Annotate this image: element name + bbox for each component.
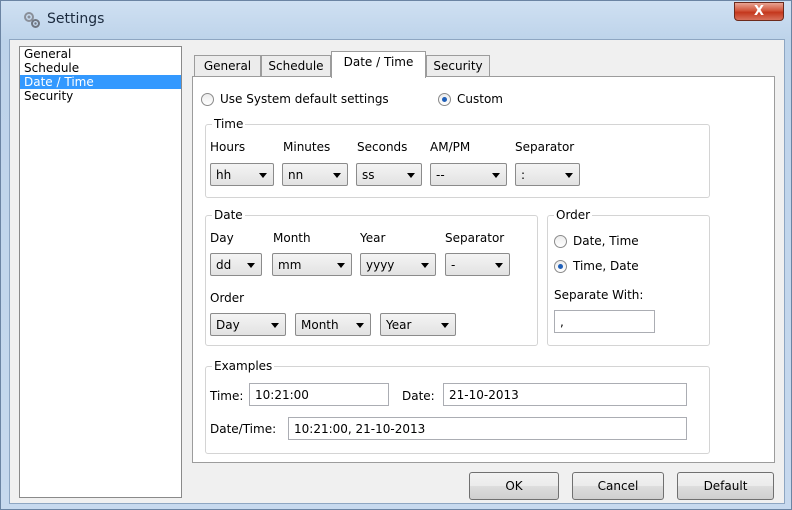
close-icon: X xyxy=(753,4,765,19)
separate-with-input[interactable]: , xyxy=(554,310,655,333)
day-label: Day xyxy=(210,231,234,245)
nav-item-security[interactable]: Security xyxy=(20,89,181,103)
chevron-down-icon xyxy=(407,173,415,178)
tab-security[interactable]: Security xyxy=(426,55,490,77)
chevron-down-icon xyxy=(441,323,449,328)
close-button[interactable]: X xyxy=(734,2,784,21)
time-date-order-label: Time, Date xyxy=(573,259,639,273)
date-time-order-radio[interactable] xyxy=(554,235,567,248)
date-separator-label: Separator xyxy=(445,231,505,245)
minutes-select[interactable]: nn xyxy=(282,163,348,186)
tab-date-time[interactable]: Date / Time xyxy=(331,51,426,78)
chevron-down-icon xyxy=(259,173,267,178)
example-time-label: Time: xyxy=(210,389,244,403)
title-bar: Settings X xyxy=(1,1,791,39)
order-group: Order Date, Time Time, Date Separate Wit… xyxy=(547,208,710,346)
custom-radio[interactable] xyxy=(438,93,451,106)
time-date-order-radio[interactable] xyxy=(554,260,567,273)
chevron-down-icon xyxy=(337,263,345,268)
example-datetime-field[interactable]: 10:21:00, 21-10-2013 xyxy=(288,417,687,440)
date-order-third-select[interactable]: Year xyxy=(380,313,456,336)
year-select[interactable]: yyyy xyxy=(360,253,436,276)
chevron-down-icon xyxy=(356,323,364,328)
time-separator-select[interactable]: : xyxy=(515,163,580,186)
ampm-select[interactable]: -- xyxy=(430,163,507,186)
chevron-down-icon xyxy=(495,263,503,268)
time-group-title: Time xyxy=(212,117,246,131)
nav-item-date-time[interactable]: Date / Time xyxy=(20,75,181,89)
nav-item-schedule[interactable]: Schedule xyxy=(20,61,181,75)
example-time-field[interactable]: 10:21:00 xyxy=(249,383,389,406)
date-group: Date Day Month Year Separator dd mm yyyy xyxy=(205,208,538,346)
example-date-label: Date: xyxy=(402,389,435,403)
time-group: Time Hours Minutes Seconds AM/PM Separat… xyxy=(205,117,710,198)
tab-schedule[interactable]: Schedule xyxy=(261,55,331,77)
ok-button[interactable]: OK xyxy=(469,472,559,500)
chevron-down-icon xyxy=(421,263,429,268)
system-default-radio[interactable] xyxy=(201,93,214,106)
example-date-field[interactable]: 21-10-2013 xyxy=(443,383,687,406)
month-select[interactable]: mm xyxy=(272,253,352,276)
date-order-second-select[interactable]: Month xyxy=(295,313,371,336)
chevron-down-icon xyxy=(492,173,500,178)
default-button[interactable]: Default xyxy=(677,472,774,500)
time-separator-label: Separator xyxy=(515,140,575,154)
custom-label: Custom xyxy=(457,92,503,106)
tab-general[interactable]: General xyxy=(194,55,261,77)
settings-nav-list[interactable]: General Schedule Date / Time Security xyxy=(19,46,182,498)
month-label: Month xyxy=(273,231,311,245)
example-datetime-label: Date/Time: xyxy=(210,422,277,436)
system-default-label: Use System default settings xyxy=(220,92,389,106)
date-time-order-label: Date, Time xyxy=(573,234,639,248)
settings-window: Settings X General Schedule Date / Time … xyxy=(0,0,792,510)
examples-group-title: Examples xyxy=(212,359,275,373)
chevron-down-icon xyxy=(271,323,279,328)
hours-select[interactable]: hh xyxy=(210,163,274,186)
chevron-down-icon xyxy=(565,173,573,178)
day-select[interactable]: dd xyxy=(210,253,262,276)
minutes-label: Minutes xyxy=(283,140,331,154)
chevron-down-icon xyxy=(333,173,341,178)
gears-icon xyxy=(24,12,40,28)
date-time-panel: Use System default settings Custom Time … xyxy=(192,76,775,463)
separate-with-label: Separate With: xyxy=(554,288,644,302)
dialog-body: General Schedule Date / Time Security Ge… xyxy=(9,39,785,504)
ampm-label: AM/PM xyxy=(430,140,471,154)
order-group-title: Order xyxy=(554,208,593,222)
seconds-label: Seconds xyxy=(357,140,408,154)
date-order-first-select[interactable]: Day xyxy=(210,313,286,336)
window-title: Settings xyxy=(47,11,105,27)
date-group-title: Date xyxy=(212,208,245,222)
date-order-label: Order xyxy=(210,291,245,305)
chevron-down-icon xyxy=(247,263,255,268)
examples-group: Examples Time: 10:21:00 Date: 21-10-2013… xyxy=(205,359,710,454)
cancel-button[interactable]: Cancel xyxy=(572,472,664,500)
year-label: Year xyxy=(360,231,386,245)
date-separator-select[interactable]: - xyxy=(445,253,510,276)
hours-label: Hours xyxy=(210,140,246,154)
seconds-select[interactable]: ss xyxy=(356,163,422,186)
nav-item-general[interactable]: General xyxy=(20,47,181,61)
